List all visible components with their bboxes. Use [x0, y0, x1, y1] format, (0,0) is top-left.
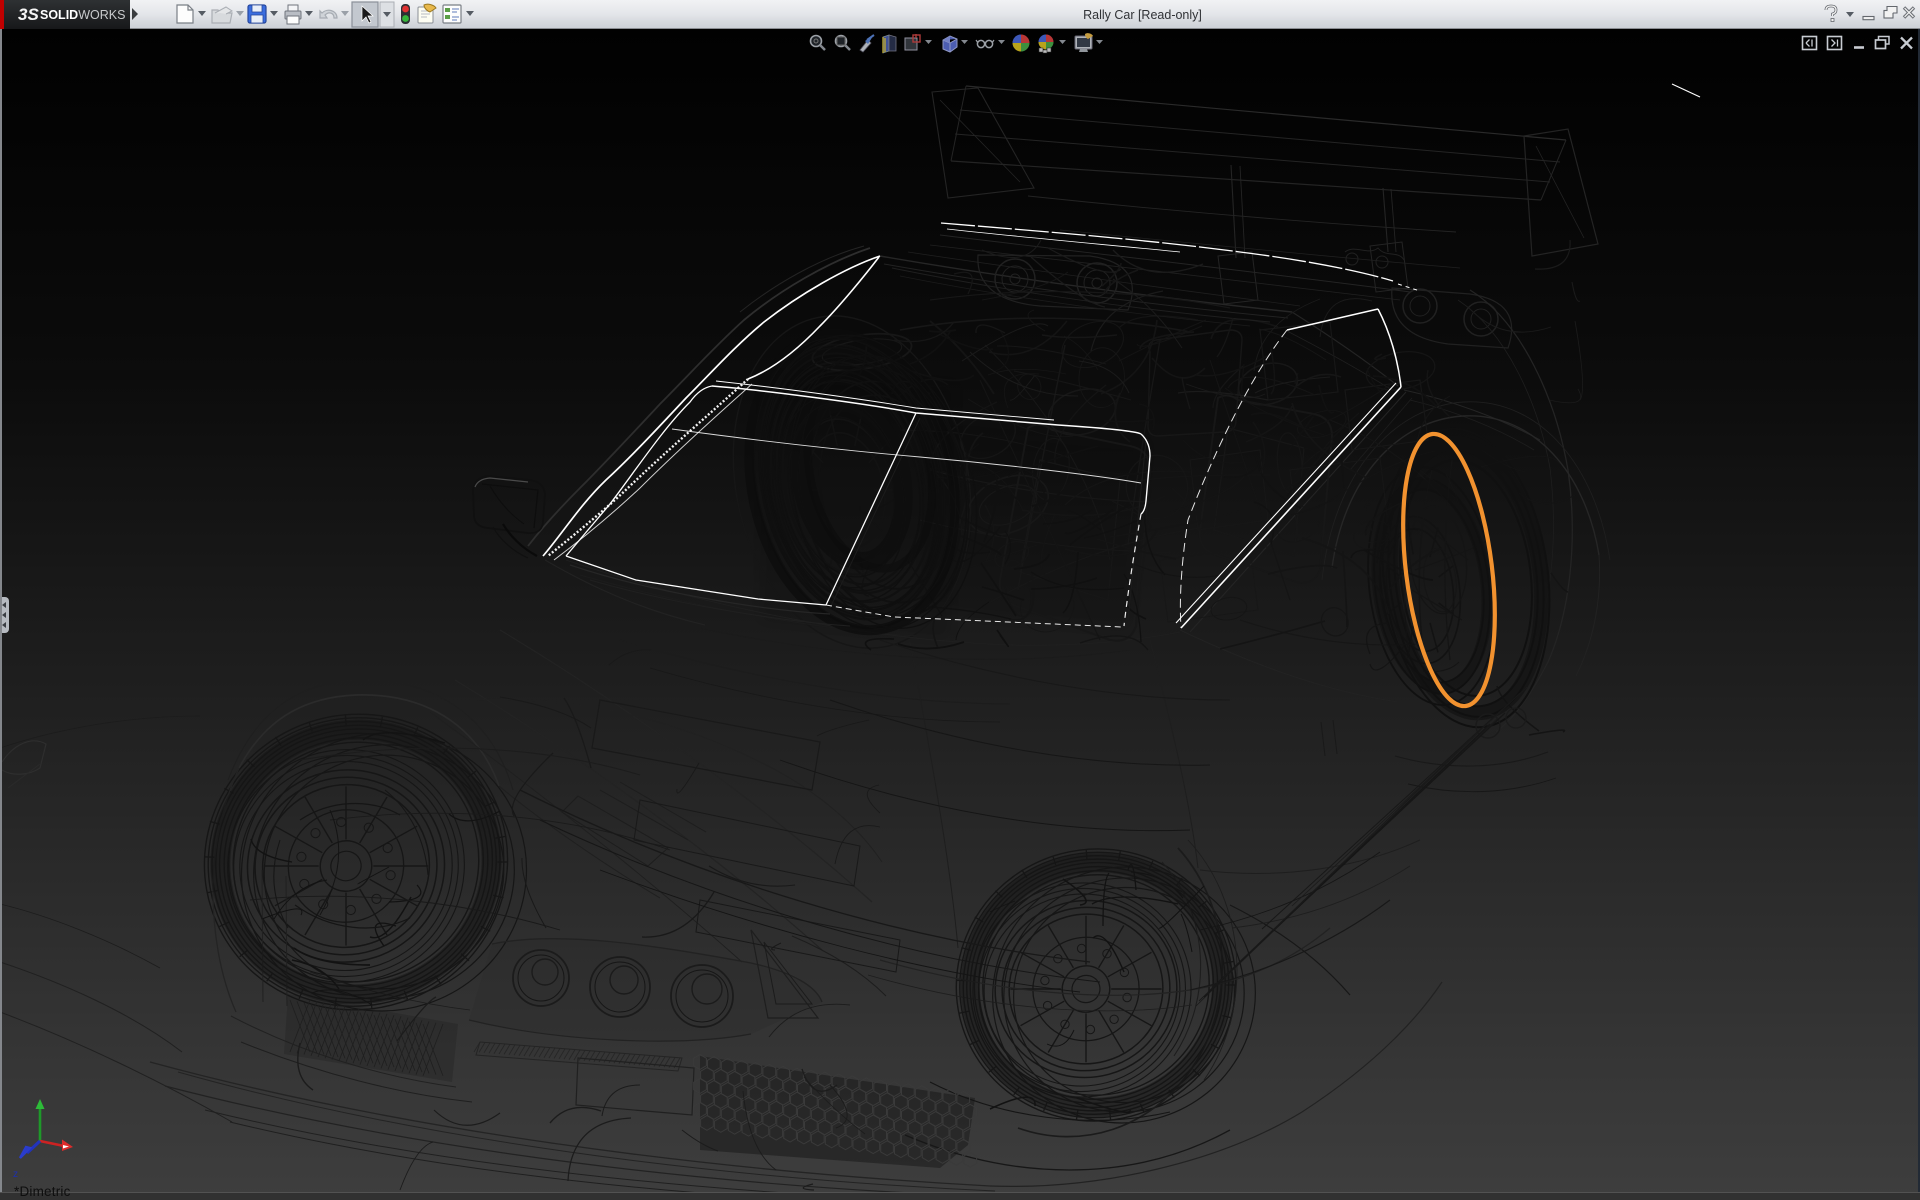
- svg-text:z: z: [13, 1169, 18, 1180]
